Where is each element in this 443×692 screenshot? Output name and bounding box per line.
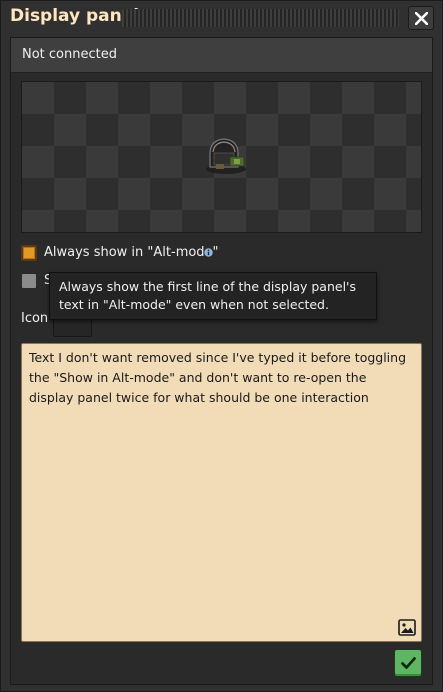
image-icon[interactable] [398,619,416,636]
display-panel-entity-image [206,138,246,174]
close-button[interactable] [408,6,434,30]
alt-mode-tooltip: Always show the first line of the displa… [49,272,377,320]
display-panel-window: Display panel Not connected Always show … [0,0,443,692]
display-text-input[interactable]: Text I don't want removed since I've typ… [21,343,422,642]
connection-status: Not connected [22,47,117,62]
always-show-alt-mode-label: Always show in "Alt-mode" [44,245,219,260]
entity-preview [21,81,422,233]
info-icon[interactable] [204,248,213,257]
display-text-value: Text I don't want removed since I've typ… [29,350,407,405]
always-show-alt-mode-checkbox[interactable] [21,245,37,261]
close-icon [415,12,428,25]
checkmark-icon [401,657,416,669]
second-option-checkbox[interactable] [21,273,37,289]
connection-status-bar: Not connected [11,38,432,73]
drag-handle[interactable] [122,9,399,27]
window-title: Display panel [10,6,140,26]
tooltip-text: Always show the first line of the displa… [59,279,356,312]
confirm-button[interactable] [394,649,422,677]
icon-label: Icon [21,311,49,326]
titlebar: Display panel [1,1,442,35]
